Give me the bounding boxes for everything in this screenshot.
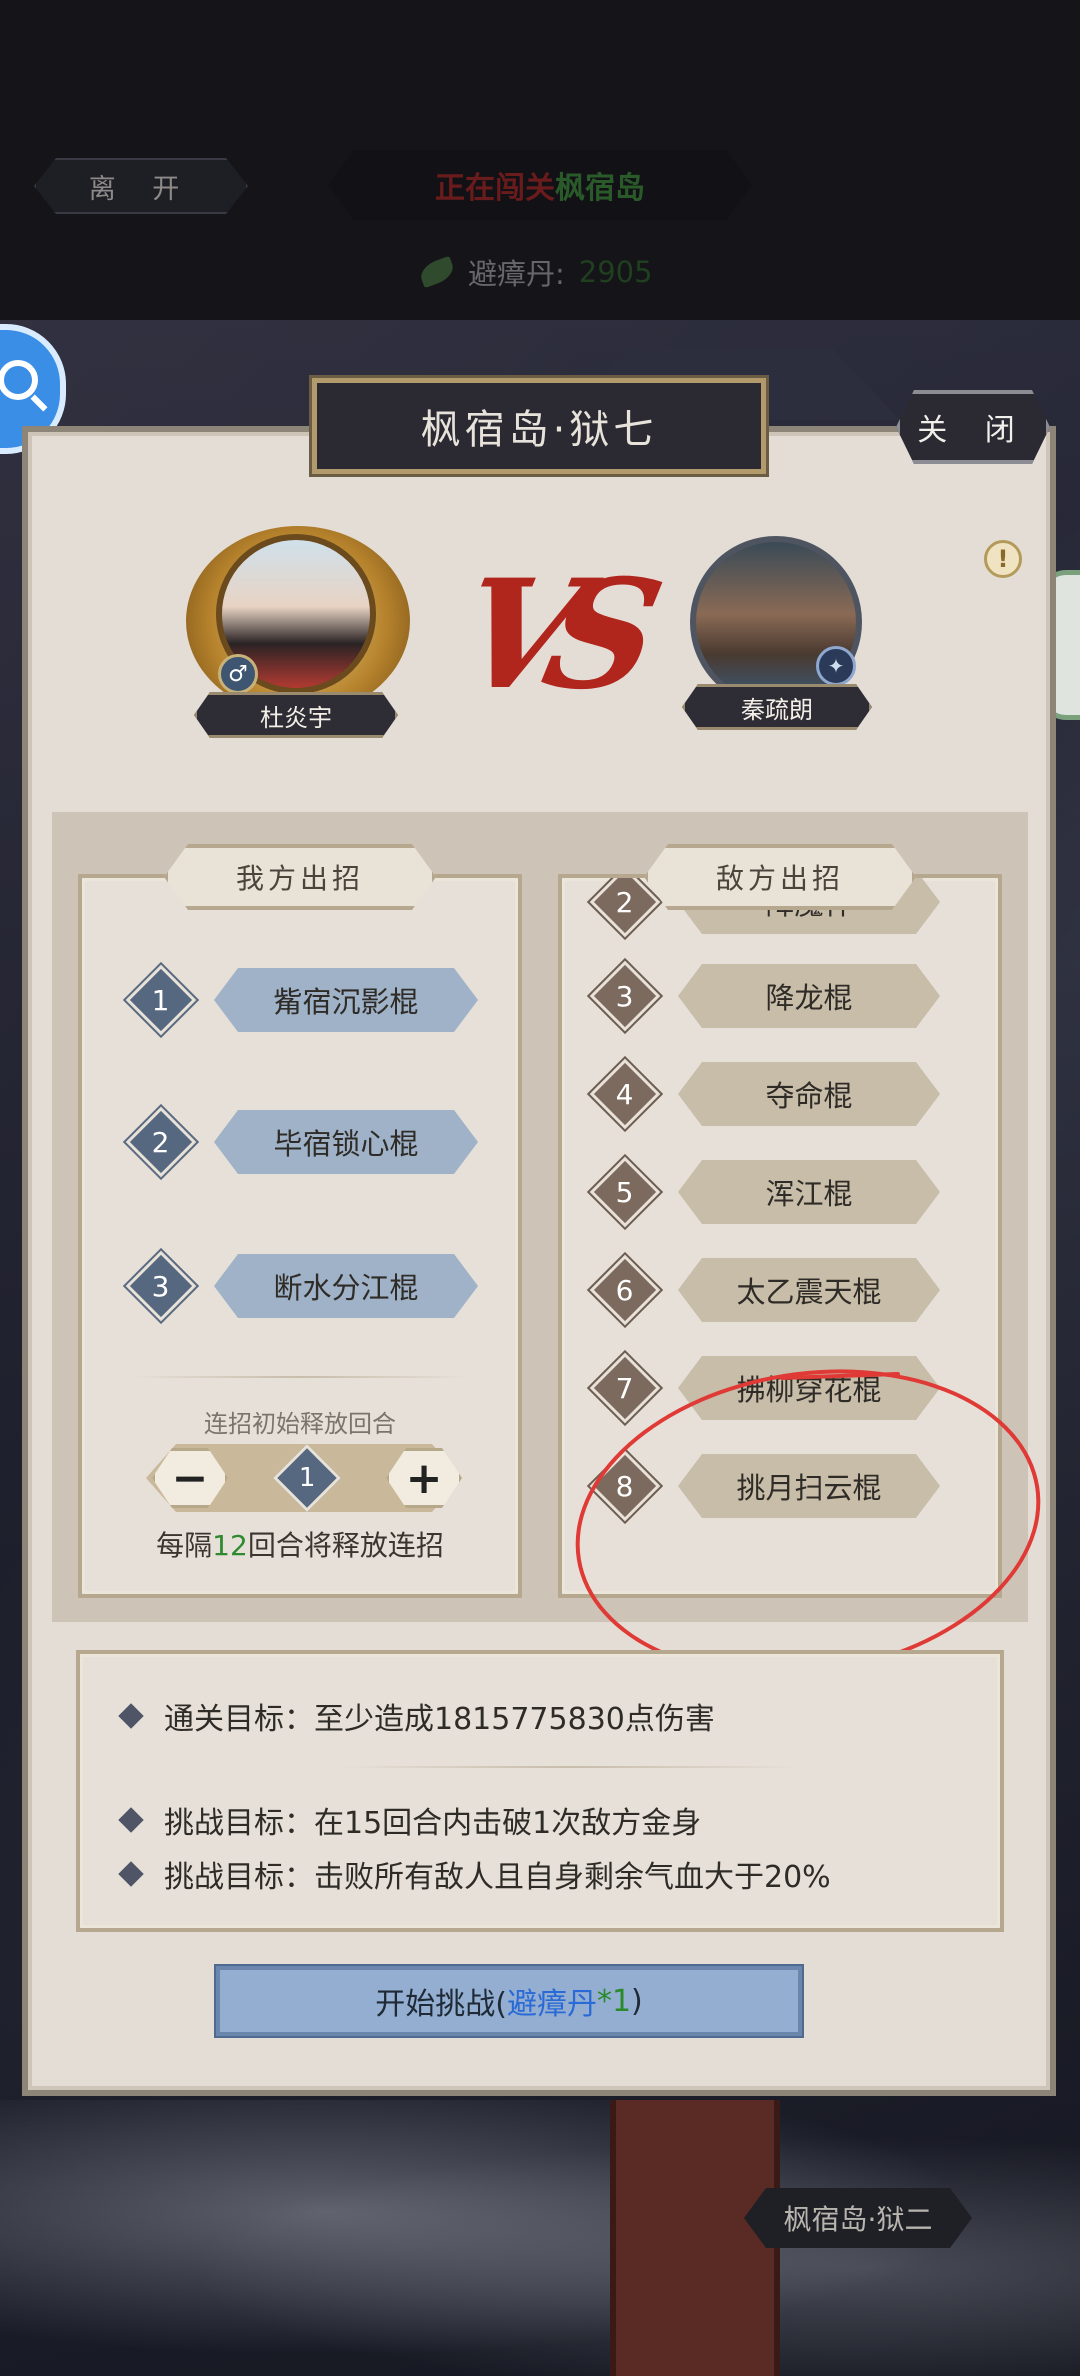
my-move-pill[interactable]: 断水分江棍 bbox=[214, 1254, 478, 1318]
search-icon bbox=[0, 360, 38, 400]
move-number-badge: 5 bbox=[586, 1153, 664, 1231]
move-number-badge: 6 bbox=[586, 1251, 664, 1329]
divider bbox=[130, 1376, 470, 1378]
move-number-badge: 7 bbox=[586, 1349, 664, 1427]
enemy-move-row[interactable]: 6 太乙震天棍 bbox=[586, 1251, 940, 1329]
close-button[interactable]: 关 闭 bbox=[896, 390, 1050, 464]
enemy-move-pill[interactable]: 浑江棍 bbox=[678, 1160, 940, 1224]
stage-status-name: 枫宿岛 bbox=[555, 171, 645, 206]
my-move-row[interactable]: 2 毕宿锁心棍 bbox=[122, 1103, 478, 1181]
male-icon: ♂ bbox=[218, 654, 258, 694]
start-challenge-button[interactable]: 开始挑战(避瘴丹 *1) bbox=[214, 1964, 804, 2038]
leave-button[interactable]: 离 开 bbox=[34, 158, 248, 214]
goal-item: 挑战目标：在15回合内击破1次敌方金身 bbox=[118, 1798, 701, 1842]
move-number-badge: 2 bbox=[122, 1103, 200, 1181]
currency-name: 避瘴丹: bbox=[468, 257, 565, 291]
my-moves-header: 我方出招 bbox=[164, 844, 436, 910]
move-number-badge: 3 bbox=[122, 1247, 200, 1325]
bullet-icon bbox=[118, 1703, 144, 1729]
enemy-move-row[interactable]: 3 降龙棍 bbox=[586, 957, 940, 1035]
combo-interval-text: 每隔12回合将释放连招 bbox=[156, 1529, 444, 1562]
move-number-badge: 1 bbox=[122, 961, 200, 1039]
stage-status-prefix: 正在闯关 bbox=[435, 171, 555, 206]
vs-emblem: VS bbox=[443, 547, 647, 723]
move-number-badge: 4 bbox=[586, 1055, 664, 1133]
enemy-move-row[interactable]: 5 浑江棍 bbox=[586, 1153, 940, 1231]
my-move-pill[interactable]: 觜宿沉影棍 bbox=[214, 968, 478, 1032]
player-name: 杜炎宇 bbox=[194, 692, 398, 738]
goal-item: 挑战目标：击败所有敌人且自身剩余气血大于20% bbox=[118, 1852, 831, 1896]
enemy-move-pill[interactable]: 夺命棍 bbox=[678, 1062, 940, 1126]
divider bbox=[340, 1766, 800, 1768]
currency-display: 避瘴丹: 2905 bbox=[417, 250, 653, 294]
modal-title: 枫宿岛·狱七 bbox=[309, 375, 769, 477]
currency-amount: 2905 bbox=[578, 255, 653, 289]
stage-label[interactable]: 枫宿岛·狱二 bbox=[744, 2188, 972, 2248]
info-icon[interactable]: ! bbox=[984, 540, 1022, 578]
goal-item: 通关目标：至少造成1815775830点伤害 bbox=[118, 1694, 715, 1738]
combo-start-label: 连招初始释放回合 bbox=[204, 1410, 396, 1438]
bullet-icon bbox=[118, 1807, 144, 1833]
enemy-name: 秦疏朗 bbox=[682, 684, 872, 730]
enemy-move-pill[interactable]: 降龙棍 bbox=[678, 964, 940, 1028]
antidote-icon bbox=[417, 255, 457, 289]
enemy-move-row[interactable]: 4 夺命棍 bbox=[586, 1055, 940, 1133]
my-move-row[interactable]: 3 断水分江棍 bbox=[122, 1247, 478, 1325]
my-move-pill[interactable]: 毕宿锁心棍 bbox=[214, 1110, 478, 1174]
bullet-icon bbox=[118, 1861, 144, 1887]
building-decoration bbox=[610, 2100, 780, 2376]
staff-class-icon: ✦ bbox=[816, 646, 856, 686]
my-move-row[interactable]: 1 觜宿沉影棍 bbox=[122, 961, 478, 1039]
enemy-moves-header: 敌方出招 bbox=[644, 844, 916, 910]
move-number-badge: 3 bbox=[586, 957, 664, 1035]
top-bar: 离 开 正在闯关 枫宿岛 避瘴丹: 2905 bbox=[0, 0, 1080, 320]
stage-status-title: 正在闯关 枫宿岛 bbox=[328, 150, 752, 220]
enemy-move-pill[interactable]: 太乙震天棍 bbox=[678, 1258, 940, 1322]
